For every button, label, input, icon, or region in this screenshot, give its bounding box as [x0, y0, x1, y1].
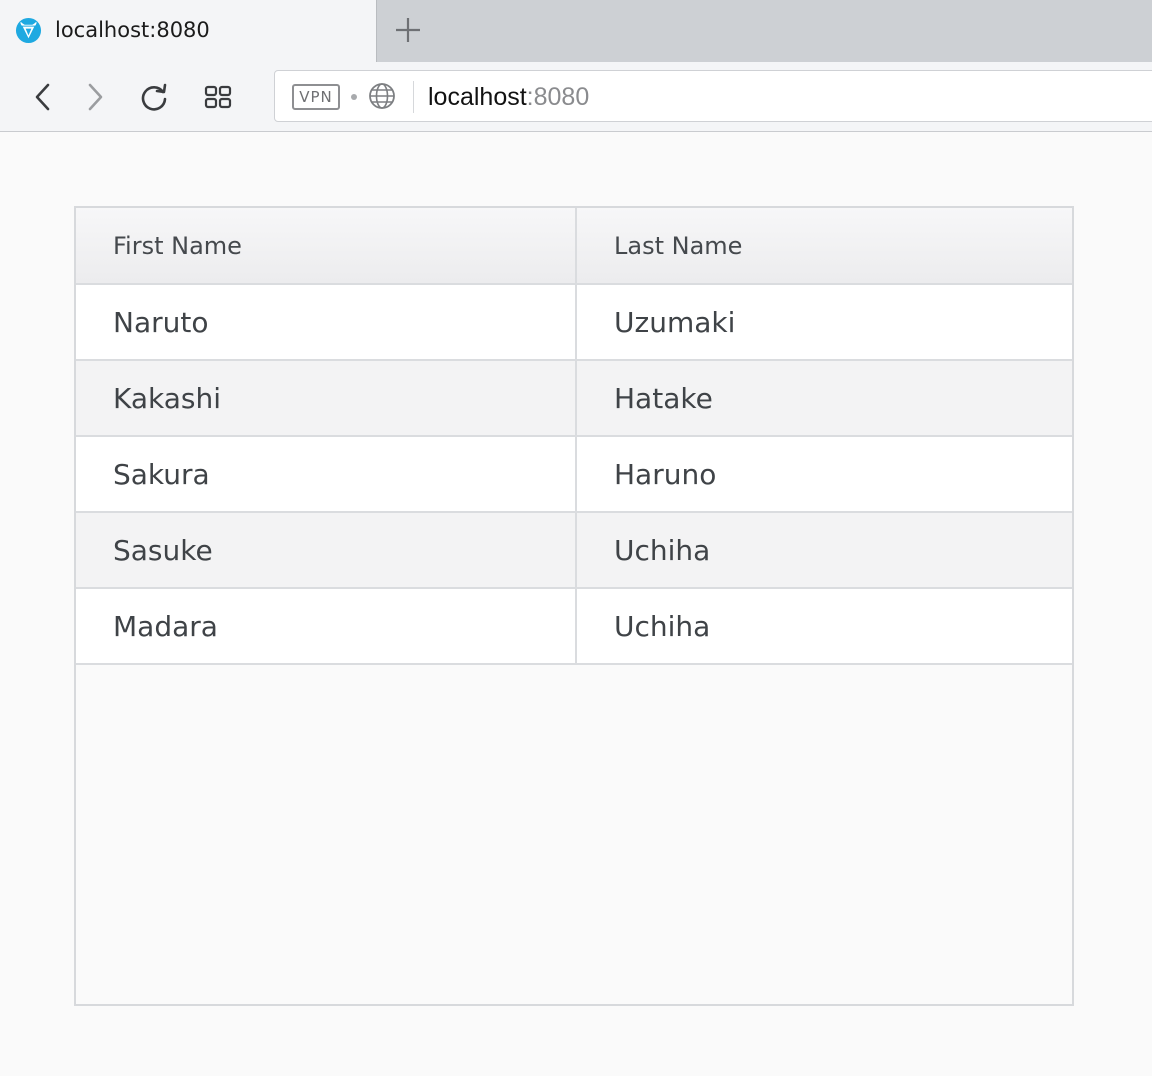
cell-first-name[interactable]: Kakashi [76, 360, 577, 437]
cell-first-name[interactable]: Sakura [76, 436, 577, 513]
browser-tab[interactable]: localhost:8080 [0, 0, 377, 62]
grid-table: First Name Last Name Naruto Uzumaki Kaka… [76, 208, 1072, 665]
chevron-right-icon[interactable] [80, 82, 110, 112]
separator-dot [351, 94, 357, 100]
table-row[interactable]: Sakura Haruno [76, 436, 1072, 513]
table-row[interactable]: Sasuke Uchiha [76, 512, 1072, 589]
browser-toolbar: VPN localhost:8080 [0, 62, 1152, 132]
tab-strip: localhost:8080 [0, 0, 1152, 62]
table-row[interactable]: Madara Uchiha [76, 588, 1072, 665]
address-bar[interactable]: VPN localhost:8080 [274, 70, 1152, 122]
cell-first-name[interactable]: Madara [76, 588, 577, 665]
table-row[interactable]: Naruto Uzumaki [76, 284, 1072, 361]
globe-icon[interactable] [368, 82, 396, 110]
plus-icon[interactable] [392, 14, 424, 46]
column-header-last-name[interactable]: Last Name [576, 208, 1072, 285]
tab-title: localhost:8080 [55, 18, 210, 42]
address-divider [413, 81, 414, 113]
cell-first-name[interactable]: Sasuke [76, 512, 577, 589]
cell-first-name[interactable]: Naruto [76, 284, 577, 361]
cell-last-name[interactable]: Uchiha [576, 512, 1072, 589]
grid-icon[interactable] [203, 82, 233, 112]
url-host: localhost [428, 83, 527, 111]
header-row: First Name Last Name [76, 208, 1072, 285]
vivaldi-logo-icon [15, 17, 42, 44]
cell-last-name[interactable]: Haruno [576, 436, 1072, 513]
data-grid: First Name Last Name Naruto Uzumaki Kaka… [74, 206, 1074, 1006]
vpn-badge[interactable]: VPN [292, 84, 340, 110]
chevron-left-icon[interactable] [28, 82, 58, 112]
url-text[interactable]: localhost:8080 [428, 81, 589, 113]
url-port: :8080 [526, 83, 590, 111]
reload-icon[interactable] [139, 82, 169, 112]
cell-last-name[interactable]: Uchiha [576, 588, 1072, 665]
cell-last-name[interactable]: Uzumaki [576, 284, 1072, 361]
table-row[interactable]: Kakashi Hatake [76, 360, 1072, 437]
cell-last-name[interactable]: Hatake [576, 360, 1072, 437]
column-header-first-name[interactable]: First Name [76, 208, 577, 285]
